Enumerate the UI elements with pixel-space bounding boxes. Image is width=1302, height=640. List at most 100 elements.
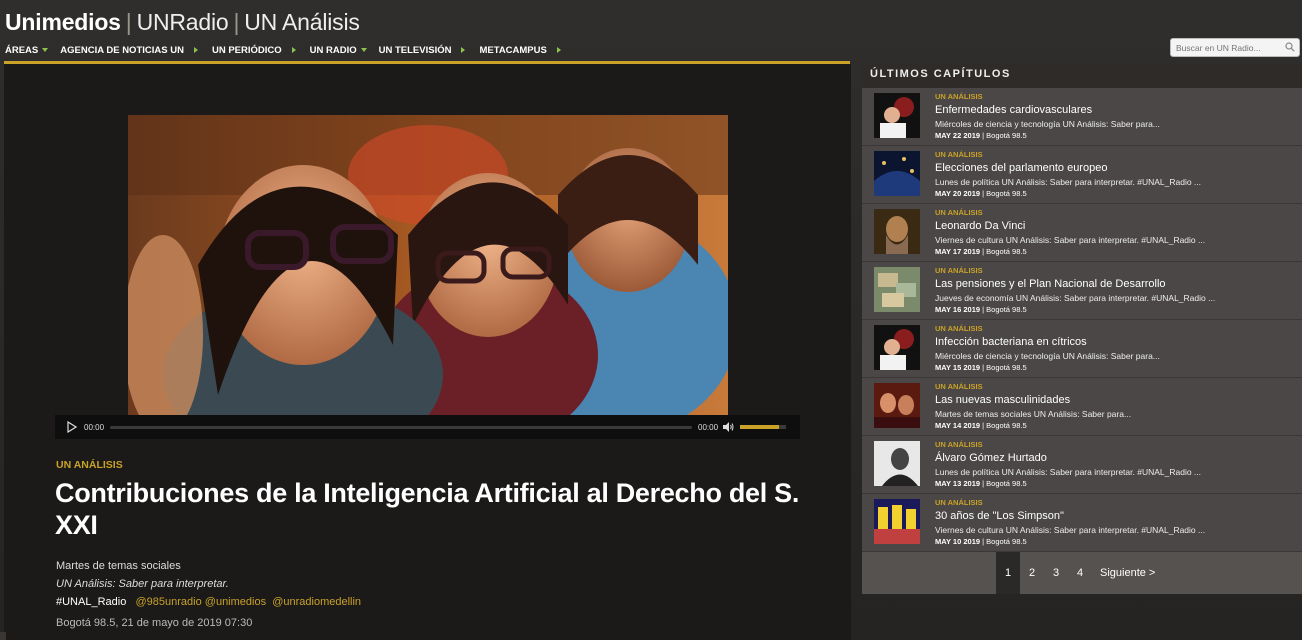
- slogan-line: UN Análisis: Saber para interpretar.: [56, 578, 229, 590]
- caret-down-icon: [360, 48, 367, 52]
- episode-title[interactable]: Las nuevas masculinidades: [935, 394, 1070, 406]
- panel-heading: ÚLTIMOS CAPÍTULOS: [862, 64, 1302, 88]
- nav-label: METACAMPUS: [479, 44, 547, 56]
- episode-kicker: UN ANÁLISIS: [935, 498, 983, 507]
- hashtag: #UNAL_Radio: [56, 596, 127, 608]
- brand-un-analisis[interactable]: UN Análisis: [244, 9, 360, 35]
- episode-thumbnail: [874, 499, 920, 544]
- arrow-right-icon: [291, 47, 296, 53]
- episode-item[interactable]: UN ANÁLISIS 30 años de "Los Simpson" Vie…: [862, 494, 1302, 552]
- page-4-button[interactable]: 4: [1068, 552, 1092, 594]
- episode-kicker: UN ANÁLISIS: [935, 382, 983, 391]
- station: | Bogotá 98.5: [982, 479, 1027, 488]
- episode-date: MAY 20 2019 | Bogotá 98.5: [935, 189, 1027, 198]
- next-page-button[interactable]: Siguiente >: [1100, 567, 1155, 579]
- station: | Bogotá 98.5: [982, 131, 1027, 140]
- brand-separator: |: [125, 9, 132, 35]
- nav-label: ÁREAS: [5, 44, 39, 56]
- brand-separator: |: [233, 9, 240, 35]
- episode-title[interactable]: Infección bacteriana en cítricos: [935, 336, 1087, 348]
- nav-item-periodico[interactable]: UN PERIÓDICO: [212, 45, 310, 56]
- date: MAY 10 2019: [935, 537, 981, 546]
- pagination: 1 2 3 4 Siguiente >: [862, 552, 1302, 594]
- corner-decoration: [0, 632, 6, 640]
- episode-title[interactable]: Las pensiones y el Plan Nacional de Desa…: [935, 278, 1166, 290]
- date: MAY 14 2019: [935, 421, 981, 430]
- mention-985unradio[interactable]: @985unradio: [136, 596, 202, 608]
- nav-label: UN RADIO: [309, 44, 357, 56]
- episode-description: Martes de temas sociales UN Análisis: Sa…: [935, 409, 1132, 419]
- program-line: Martes de temas sociales: [56, 560, 181, 572]
- episode-title[interactable]: Elecciones del parlamento europeo: [935, 162, 1107, 174]
- episode-photo: [128, 115, 728, 415]
- progress-slider[interactable]: [110, 425, 693, 429]
- site-brand[interactable]: Unimedios | UNRadio | UN Análisis: [5, 9, 360, 36]
- article-meta: Bogotá 98.5, 21 de mayo de 2019 07:30: [56, 617, 253, 629]
- episode-date: MAY 13 2019 | Bogotá 98.5: [935, 479, 1027, 488]
- episode-description: Miércoles de ciencia y tecnología UN Aná…: [935, 351, 1160, 361]
- nav-item-television[interactable]: UN TELEVISIÓN: [379, 45, 480, 56]
- nav-item-areas[interactable]: ÁREAS: [5, 44, 49, 56]
- nav-label: UN TELEVISIÓN: [378, 44, 452, 56]
- search-icon[interactable]: [1285, 42, 1295, 52]
- arrow-right-icon: [556, 47, 561, 53]
- volume-slider[interactable]: [740, 425, 787, 429]
- episode-thumbnail: [874, 441, 920, 486]
- episode-kicker: UN ANÁLISIS: [935, 266, 983, 275]
- episode-item[interactable]: UN ANÁLISIS Enfermedades cardiovasculare…: [862, 88, 1302, 146]
- episode-item[interactable]: UN ANÁLISIS Las nuevas masculinidades Ma…: [862, 378, 1302, 436]
- episode-date: MAY 14 2019 | Bogotá 98.5: [935, 421, 1027, 430]
- episode-title[interactable]: Enfermedades cardiovasculares: [935, 104, 1092, 116]
- episode-kicker: UN ANÁLISIS: [935, 208, 983, 217]
- episode-item[interactable]: UN ANÁLISIS Leonardo Da Vinci Viernes de…: [862, 204, 1302, 262]
- duration-time: 00:00: [698, 422, 719, 432]
- page-1-button[interactable]: 1: [996, 552, 1020, 594]
- episode-description: Viernes de cultura UN Análisis: Saber pa…: [935, 235, 1206, 245]
- episode-item[interactable]: UN ANÁLISIS Álvaro Gómez Hurtado Lunes d…: [862, 436, 1302, 494]
- brand-unimedios[interactable]: Unimedios: [5, 9, 121, 35]
- date: MAY 17 2019: [935, 247, 981, 256]
- episode-description: Viernes de cultura UN Análisis: Saber pa…: [935, 525, 1206, 535]
- volume-icon[interactable]: [723, 422, 734, 432]
- main-nav: ÁREAS AGENCIA DE NOTICIAS UN UN PERIÓDIC…: [5, 43, 575, 57]
- brand-unradio[interactable]: UNRadio: [137, 9, 229, 35]
- episode-date: MAY 15 2019 | Bogotá 98.5: [935, 363, 1027, 372]
- play-icon[interactable]: [67, 421, 77, 433]
- mention-unradiomedellin[interactable]: @unradiomedellin: [272, 596, 361, 608]
- episode-thumbnail: [874, 93, 920, 138]
- episode-kicker: UN ANÁLISIS: [935, 440, 983, 449]
- episode-thumbnail: [874, 267, 920, 312]
- nav-item-metacampus[interactable]: METACAMPUS: [479, 45, 574, 56]
- date: MAY 15 2019: [935, 363, 981, 372]
- episode-kicker: UN ANÁLISIS: [935, 150, 983, 159]
- article-description: Martes de temas sociales UN Análisis: Sa…: [56, 557, 361, 611]
- station: | Bogotá 98.5: [982, 189, 1027, 198]
- episode-title[interactable]: Leonardo Da Vinci: [935, 220, 1025, 232]
- episode-description: Lunes de política UN Análisis: Saber par…: [935, 467, 1202, 477]
- station: | Bogotá 98.5: [982, 247, 1027, 256]
- episode-description: Jueves de economía UN Análisis: Saber pa…: [935, 293, 1216, 303]
- article-kicker[interactable]: UN ANÁLISIS: [56, 459, 123, 471]
- current-time: 00:00: [84, 422, 105, 432]
- nav-item-unradio[interactable]: UN RADIO: [310, 45, 367, 56]
- episode-kicker: UN ANÁLISIS: [935, 92, 983, 101]
- episode-description: Lunes de política UN Análisis: Saber par…: [935, 177, 1202, 187]
- episode-title[interactable]: Álvaro Gómez Hurtado: [935, 452, 1047, 464]
- episode-item[interactable]: UN ANÁLISIS Infección bacteriana en cítr…: [862, 320, 1302, 378]
- episode-description: Miércoles de ciencia y tecnología UN Aná…: [935, 119, 1160, 129]
- page-2-button[interactable]: 2: [1020, 552, 1044, 594]
- episode-date: MAY 16 2019 | Bogotá 98.5: [935, 305, 1027, 314]
- audio-player: 00:00 00:00: [55, 415, 800, 439]
- date: MAY 22 2019: [935, 131, 981, 140]
- episode-kicker: UN ANÁLISIS: [935, 324, 983, 333]
- mention-unimedios[interactable]: @unimedios: [205, 596, 266, 608]
- episode-item[interactable]: UN ANÁLISIS Elecciones del parlamento eu…: [862, 146, 1302, 204]
- episode-date: MAY 10 2019 | Bogotá 98.5: [935, 537, 1027, 546]
- page-3-button[interactable]: 3: [1044, 552, 1068, 594]
- episode-title[interactable]: 30 años de "Los Simpson": [935, 510, 1064, 522]
- episode-thumbnail: [874, 151, 920, 196]
- episode-item[interactable]: UN ANÁLISIS Las pensiones y el Plan Naci…: [862, 262, 1302, 320]
- nav-item-agencia[interactable]: AGENCIA DE NOTICIAS UN: [60, 45, 212, 56]
- search-input[interactable]: [1170, 38, 1300, 57]
- station: | Bogotá 98.5: [982, 421, 1027, 430]
